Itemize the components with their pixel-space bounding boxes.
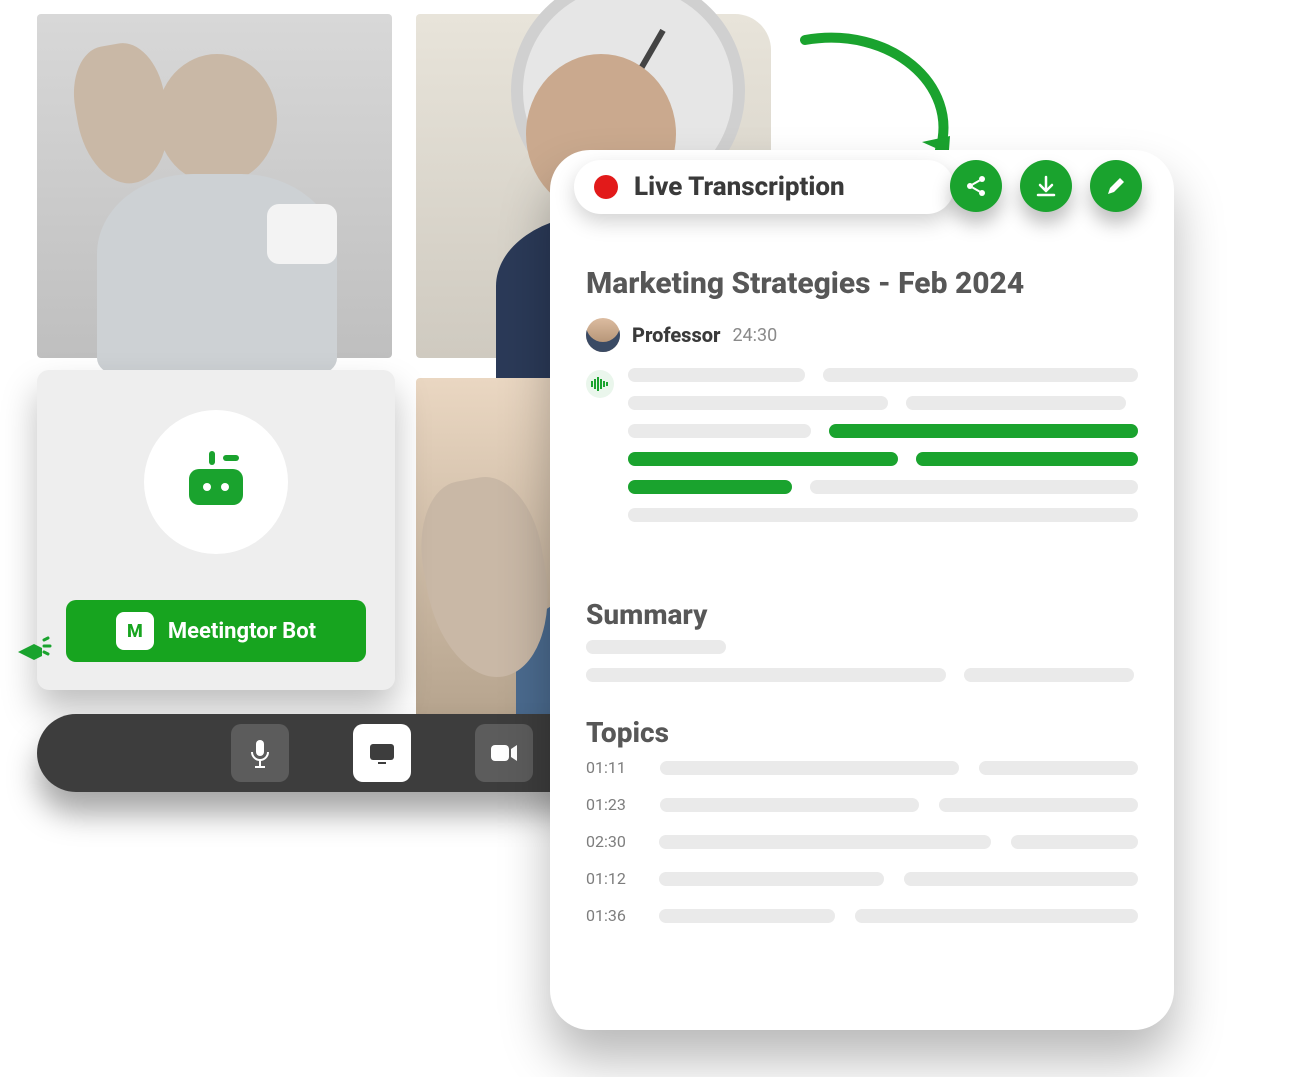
camera-button[interactable] <box>475 724 533 782</box>
share-icon <box>964 174 988 198</box>
topic-time: 01:36 <box>586 906 639 925</box>
topic-time: 01:23 <box>586 795 640 814</box>
avatar <box>586 318 620 352</box>
arrow-icon <box>800 35 960 165</box>
panel-title: Marketing Strategies - Feb 2024 <box>586 266 1024 301</box>
topic-time: 01:12 <box>586 869 639 888</box>
topics-list: 01:11 01:23 02:30 01:12 01:36 <box>586 758 1138 943</box>
bot-icon-circle <box>144 410 288 554</box>
pencil-icon <box>1105 175 1127 197</box>
record-dot-icon <box>594 175 618 199</box>
transcript-lines <box>628 368 1138 536</box>
summary-lines <box>586 640 1138 696</box>
bot-button[interactable]: M Meetingtor Bot <box>66 600 366 662</box>
bot-label: Meetingtor Bot <box>168 619 316 644</box>
download-button[interactable] <box>1020 160 1072 212</box>
topic-time: 02:30 <box>586 832 639 851</box>
edit-button[interactable] <box>1090 160 1142 212</box>
topic-row[interactable]: 01:36 <box>586 906 1138 925</box>
topic-row[interactable]: 01:23 <box>586 795 1138 814</box>
speaker-time: 24:30 <box>732 325 777 346</box>
topic-row[interactable]: 01:11 <box>586 758 1138 777</box>
download-icon <box>1034 174 1058 198</box>
pill-label: Live Transcription <box>634 172 845 202</box>
transcript-panel: Live Transcription Marketing Strategies … <box>550 150 1174 1030</box>
topic-time: 01:11 <box>586 758 640 777</box>
panel-actions <box>950 160 1142 212</box>
speaker-name: Professor <box>632 323 720 347</box>
bot-badge: M <box>116 612 154 650</box>
live-transcription-pill: Live Transcription <box>574 160 954 214</box>
share-button[interactable] <box>950 160 1002 212</box>
topic-row[interactable]: 02:30 <box>586 832 1138 851</box>
robot-icon <box>179 451 253 513</box>
bot-card: M Meetingtor Bot <box>37 370 395 690</box>
megaphone-icon <box>14 628 52 666</box>
video-tile-1 <box>37 14 392 358</box>
bot-badge-letter: M <box>127 621 143 642</box>
topic-row[interactable]: 01:12 <box>586 869 1138 888</box>
topics-title: Topics <box>586 716 669 749</box>
mic-button[interactable] <box>231 724 289 782</box>
summary-title: Summary <box>586 598 707 631</box>
share-screen-button[interactable] <box>353 724 411 782</box>
speaker-info: Professor 24:30 <box>586 318 777 352</box>
waveform-icon <box>586 370 614 398</box>
